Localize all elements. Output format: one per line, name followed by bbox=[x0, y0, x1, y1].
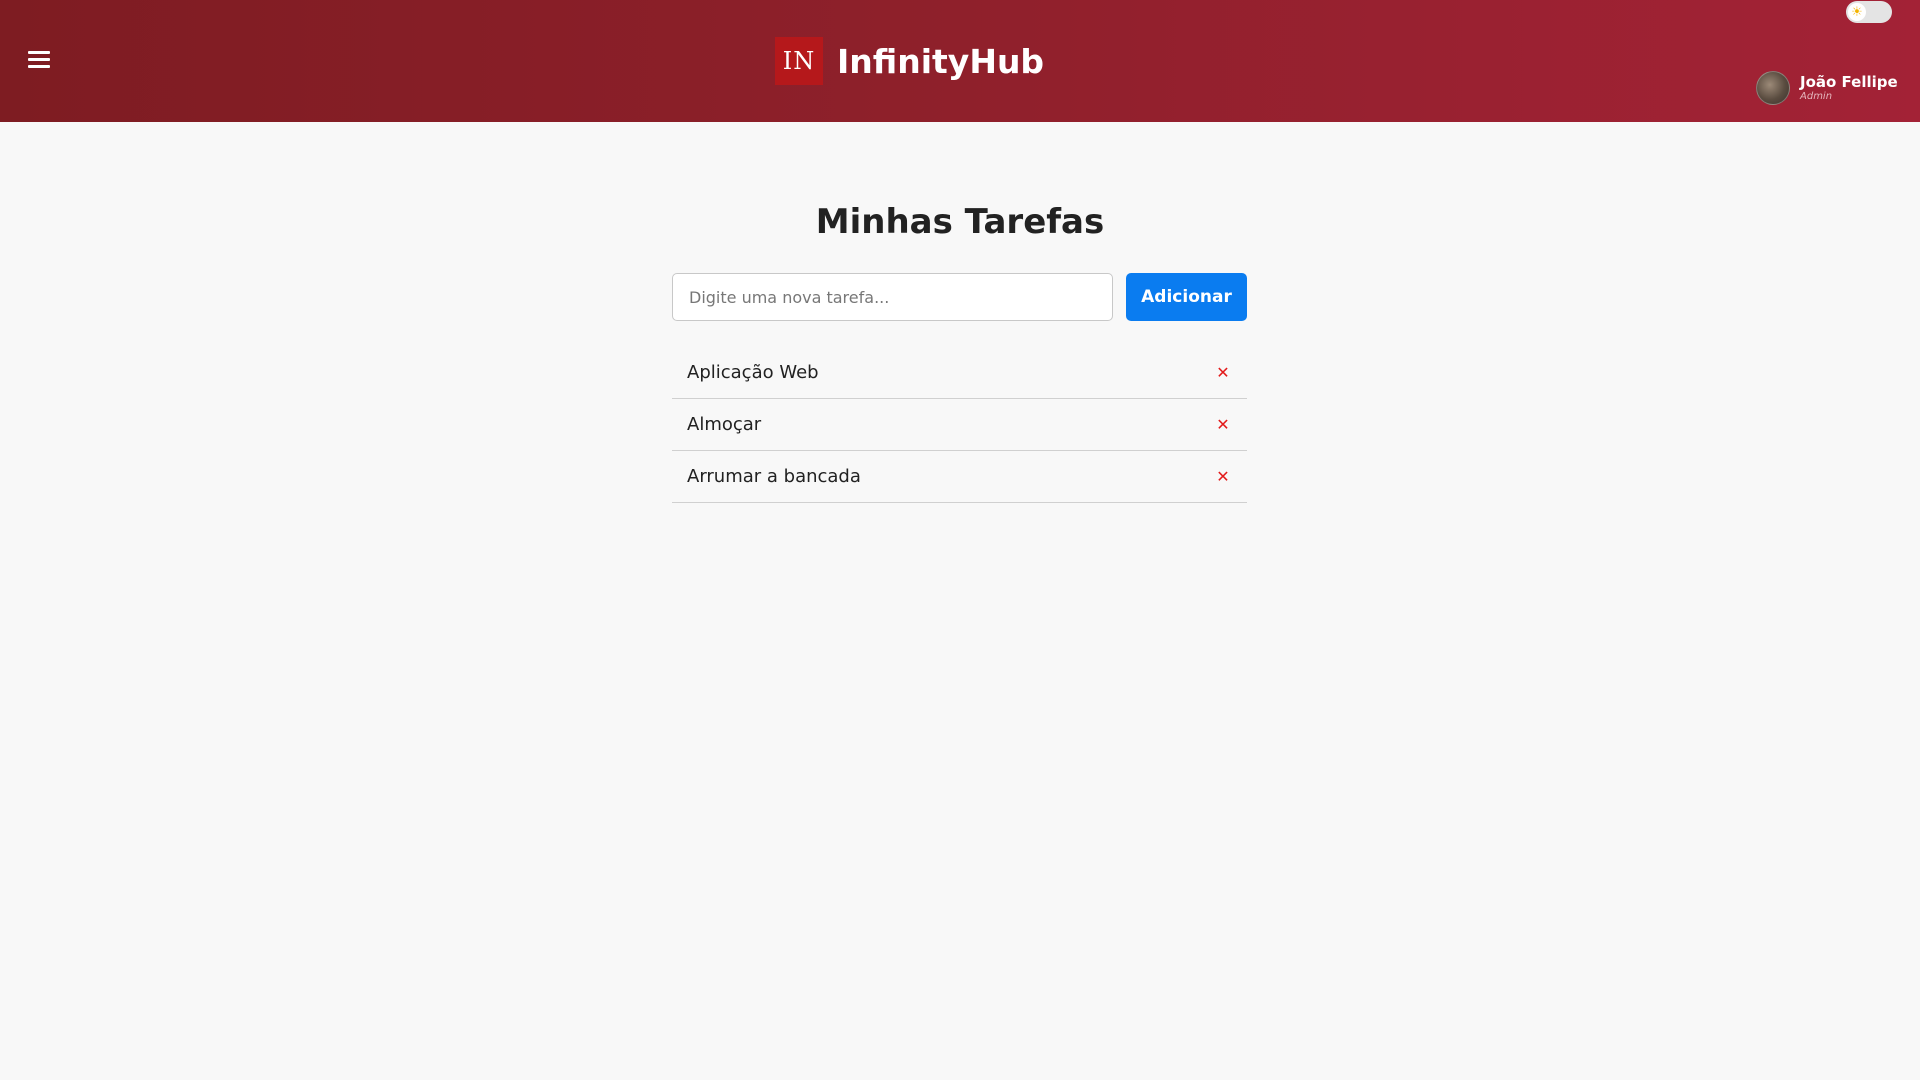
page-title: Minhas Tarefas bbox=[815, 202, 1105, 242]
avatar bbox=[1756, 71, 1790, 105]
sun-icon: ☀ bbox=[1848, 3, 1866, 21]
user-menu[interactable]: João Fellipe Admin bbox=[1756, 71, 1898, 105]
theme-toggle[interactable]: ☀ bbox=[1846, 1, 1892, 23]
brand-name: InfinityHub bbox=[837, 41, 1045, 81]
delete-icon[interactable]: ✕ bbox=[1213, 467, 1233, 486]
user-name: João Fellipe bbox=[1800, 72, 1898, 91]
delete-icon[interactable]: ✕ bbox=[1213, 363, 1233, 382]
user-role: Admin bbox=[1800, 90, 1833, 102]
brand[interactable]: IN InfinityHub bbox=[775, 37, 1044, 85]
delete-icon[interactable]: ✕ bbox=[1213, 415, 1233, 434]
new-task-input[interactable] bbox=[672, 273, 1113, 321]
task-item: Aplicação Web ✕ bbox=[672, 347, 1247, 399]
logo: IN bbox=[775, 37, 823, 85]
task-item: Almoçar ✕ bbox=[672, 399, 1247, 451]
task-text: Arrumar a bancada bbox=[687, 466, 861, 487]
task-text: Almoçar bbox=[687, 414, 762, 435]
task-list: Aplicação Web ✕ Almoçar ✕ Arrumar a banc… bbox=[672, 347, 1247, 503]
task-item: Arrumar a bancada ✕ bbox=[672, 451, 1247, 503]
hamburger-menu-icon[interactable] bbox=[26, 49, 52, 71]
top-header: IN InfinityHub ☀ João Fellipe Admin bbox=[0, 0, 1920, 122]
add-task-button[interactable]: Adicionar bbox=[1126, 273, 1247, 321]
task-text: Aplicação Web bbox=[687, 362, 819, 383]
